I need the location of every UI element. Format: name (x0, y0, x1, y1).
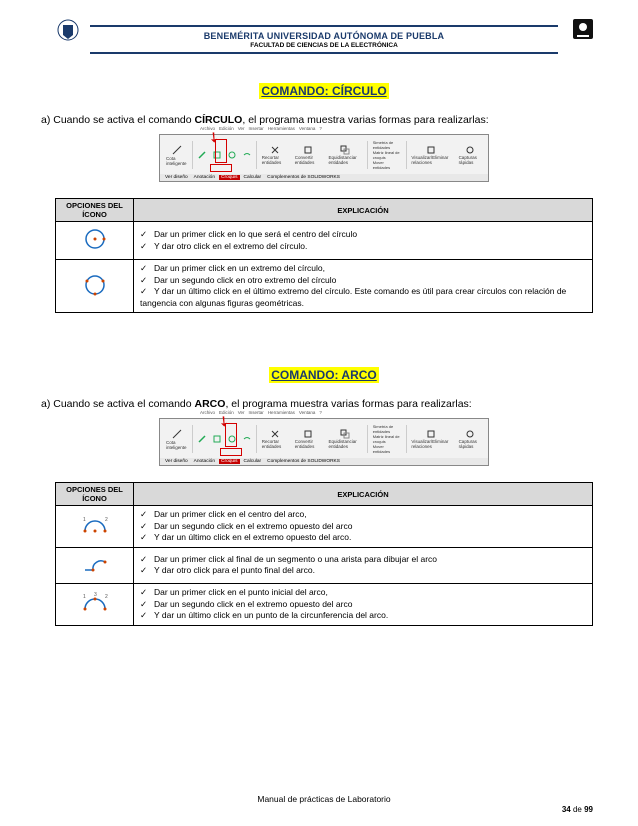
arc-centerpoint-icon: 12 (56, 506, 134, 547)
page-number: 34 de 99 (562, 805, 593, 814)
svg-text:3: 3 (94, 592, 97, 598)
arc-tangent-icon (56, 547, 134, 583)
options-table-arco: OPCIONES DEL ÍCONO EXPLICACIÓN 12 ✓Dar u… (55, 482, 593, 625)
faculty-logo (571, 17, 595, 44)
svg-text:1: 1 (83, 594, 86, 600)
solidworks-toolbar-circulo: ArchivoEdiciónVerInsertarHerramientasVen… (159, 134, 489, 182)
arc-3point-icon: 1 3 2 (56, 584, 134, 625)
intro-circulo: a) Cuando se activa el comando CÍRCULO, … (41, 114, 593, 126)
intro-arco: a) Cuando se activa el comando ARCO, el … (41, 398, 593, 410)
faculty-subtitle: FACULTAD DE CIENCIAS DE LA ELECTRÓNICA (90, 42, 558, 49)
th-icon: OPCIONES DEL ÍCONO (56, 199, 134, 222)
svg-text:2: 2 (105, 517, 108, 523)
section-title-circulo: COMANDO: CÍRCULO (259, 83, 388, 99)
table-row: ✓Dar un primer click al final de un segm… (56, 547, 593, 583)
svg-text:2: 2 (105, 594, 108, 600)
university-title: BENEMÉRITA UNIVERSIDAD AUTÓNOMA DE PUEBL… (90, 31, 558, 41)
circle-3point-icon (56, 260, 134, 313)
footer: Manual de prácticas de Laboratorio 34 de… (55, 794, 593, 804)
section-title-arco: COMANDO: ARCO (269, 367, 379, 383)
table-row: ✓Dar un primer click en lo que será el c… (56, 222, 593, 260)
th-explain: EXPLICACIÓN (134, 199, 593, 222)
table-row: 12 ✓Dar un primer click en el centro del… (56, 506, 593, 547)
solidworks-toolbar-arco: ArchivoEdiciónVerInsertarHerramientasVen… (159, 418, 489, 466)
ribbon-cota: Cota inteligente (164, 144, 189, 166)
options-table-circulo: OPCIONES DEL ÍCONO EXPLICACIÓN ✓Dar un p… (55, 198, 593, 313)
footer-text: Manual de prácticas de Laboratorio (257, 794, 390, 804)
svg-text:1: 1 (83, 517, 86, 523)
circle-center-icon (56, 222, 134, 260)
table-row: 132 ✓Dar un primer click en el punto ini… (56, 584, 593, 625)
table-row: ✓Dar un primer click en un extremo del c… (56, 260, 593, 313)
university-shield-logo (53, 17, 83, 50)
